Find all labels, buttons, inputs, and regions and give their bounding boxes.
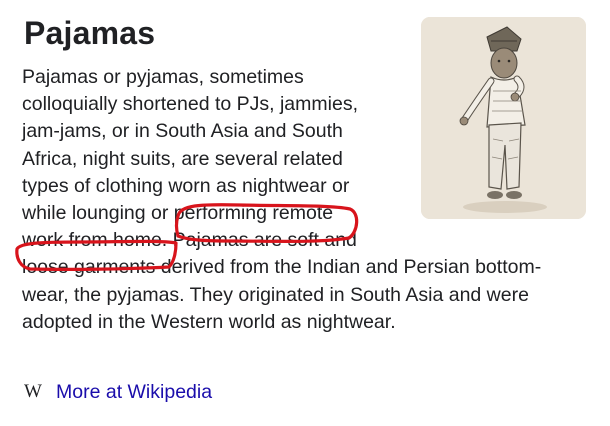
more-at-wikipedia-link[interactable]: W More at Wikipedia xyxy=(24,378,212,406)
panel-title: Pajamas xyxy=(24,15,156,51)
pajamas-thumbnail[interactable] xyxy=(421,17,586,219)
more-link-label: More at Wikipedia xyxy=(56,381,213,403)
description-line: adopted in the Western world as nightwea… xyxy=(22,310,396,333)
knowledge-panel: Pajamas Pajamas or pyjamas, sometimes co… xyxy=(0,0,610,426)
wikipedia-icon: W xyxy=(24,381,42,402)
description-line: work from home. Pajamas are soft and xyxy=(22,229,357,252)
description-line: wear, the pyjamas. They originated in So… xyxy=(22,283,529,306)
child-illustration-icon xyxy=(421,17,586,219)
description-line: loose garments derived from the Indian a… xyxy=(22,256,542,279)
